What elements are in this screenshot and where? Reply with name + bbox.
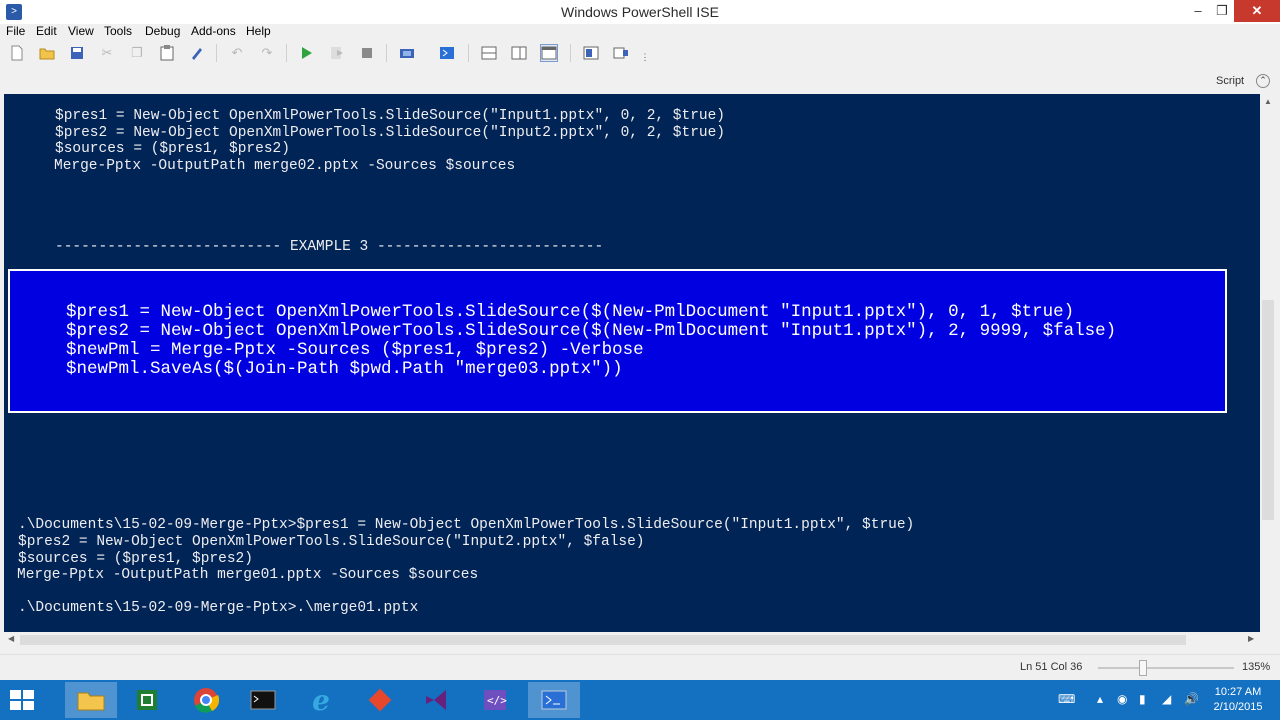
volume-icon[interactable]: 🔊 <box>1184 692 1199 706</box>
window-title: Windows PowerShell ISE <box>561 4 719 20</box>
scroll-right-icon[interactable]: ▶ <box>1248 634 1254 643</box>
zoom-level: 135% <box>1242 661 1271 673</box>
console-line: Merge-Pptx -OutputPath merge02.pptx -Sou… <box>54 157 516 174</box>
chevron-up-icon[interactable]: ⌃ <box>1256 74 1270 88</box>
menu-addons[interactable]: Add-ons <box>191 24 236 38</box>
selected-line: $pres1 = New-Object OpenXmlPowerTools.Sl… <box>66 302 1075 322</box>
svg-text:</>: </> <box>487 694 507 707</box>
prompt-line: $pres2 = New-Object OpenXmlPowerTools.Sl… <box>18 534 645 550</box>
script-pane-label[interactable]: Script <box>1216 75 1244 87</box>
prompt-line: Merge-Pptx -OutputPath merge01.pptx -Sou… <box>17 567 479 583</box>
overflow-chevron-icon[interactable]: ⋮ <box>636 48 654 66</box>
run-icon[interactable] <box>298 44 316 62</box>
console-line: $pres1 = New-Object OpenXmlPowerTools.Sl… <box>55 108 726 124</box>
console-line: $pres2 = New-Object OpenXmlPowerTools.Sl… <box>55 124 726 141</box>
file-explorer-icon[interactable] <box>65 682 117 718</box>
toolbar-separator <box>468 44 469 62</box>
toolbar-separator <box>286 44 287 62</box>
save-icon[interactable] <box>68 44 86 62</box>
zoom-slider-thumb[interactable] <box>1139 660 1147 676</box>
scroll-up-icon[interactable]: ▲ <box>1264 97 1272 106</box>
layout-max-icon[interactable] <box>540 44 558 62</box>
current-prompt: .\Documents\15-02-09-Merge-Pptx>.\merge0… <box>18 600 419 616</box>
toolbar-separator <box>386 44 387 62</box>
layout-right-icon[interactable] <box>510 44 528 62</box>
cut-icon[interactable]: ✂ <box>98 44 116 62</box>
zoom-slider-track[interactable] <box>1098 667 1234 669</box>
commands-icon[interactable] <box>582 44 600 62</box>
copy-icon[interactable]: ❐ <box>128 44 146 62</box>
open-icon[interactable] <box>38 44 56 62</box>
vertical-scrollbar[interactable]: ▲ <box>1260 94 1276 632</box>
selected-line: $newPml.SaveAs($(Join-Path $pwd.Path "me… <box>66 359 623 379</box>
console-line: $sources = ($pres1, $pres2) <box>55 141 290 157</box>
menu-bar: File Edit View Tools Debug Add-ons Help <box>0 24 1280 40</box>
menu-tools[interactable]: Tools <box>104 24 132 38</box>
scroll-thumb[interactable] <box>20 635 1186 645</box>
xml-editor-icon[interactable]: </> <box>469 682 521 718</box>
title-bar: > Windows PowerShell ISE – ❐ ✕ <box>0 0 1280 24</box>
clock-time: 10:27 AM <box>1214 686 1262 698</box>
run-selection-icon[interactable] <box>328 44 346 62</box>
keyboard-icon[interactable]: ⌨ <box>1058 692 1075 706</box>
menu-file[interactable]: File <box>6 24 25 38</box>
toolbar-separator <box>216 44 217 62</box>
git-icon[interactable] <box>354 682 406 718</box>
chrome-icon[interactable] <box>180 682 232 718</box>
menu-edit[interactable]: Edit <box>36 24 57 38</box>
redo-icon[interactable]: ↷ <box>258 44 276 62</box>
undo-icon[interactable]: ↶ <box>228 44 246 62</box>
menu-help[interactable]: Help <box>246 24 271 38</box>
scroll-thumb[interactable] <box>1262 300 1274 520</box>
selected-line: $newPml = Merge-Pptx -Sources ($pres1, $… <box>66 340 644 360</box>
show-hidden-icons-chevron-icon[interactable]: ▴ <box>1097 692 1103 706</box>
selected-text-block[interactable]: $pres1 = New-Object OpenXmlPowerTools.Sl… <box>8 269 1227 413</box>
prompt-line: .\Documents\15-02-09-Merge-Pptx>$pres1 =… <box>18 517 915 533</box>
paste-icon[interactable] <box>158 44 176 62</box>
stop-icon[interactable] <box>358 44 376 62</box>
script-pane-bar: Script ⌃ <box>0 70 1280 94</box>
clock-date: 2/10/2015 <box>1213 701 1263 713</box>
cursor-position: Ln 51 Col 36 <box>1020 661 1083 673</box>
clock[interactable]: 10:27 AM 2/10/2015 <box>1210 685 1266 715</box>
prompt-line: $sources = ($pres1, $pres2) <box>18 550 253 567</box>
toolbar: ✂ ❐ ↶ ↷ ⋮ <box>0 40 1280 66</box>
visual-studio-icon[interactable] <box>411 682 463 718</box>
horizontal-scrollbar[interactable]: ◀ ▶ <box>4 632 1260 648</box>
layout-top-icon[interactable] <box>480 44 498 62</box>
example-header: -------------------------- EXAMPLE 3 ---… <box>55 239 604 255</box>
scroll-left-icon[interactable]: ◀ <box>8 634 14 643</box>
powershell-ise-taskbar-icon[interactable] <box>528 682 580 718</box>
network-sharing-icon[interactable]: ◉ <box>1117 692 1127 706</box>
selected-line: $pres2 = New-Object OpenXmlPowerTools.Sl… <box>66 321 1117 341</box>
clear-icon[interactable] <box>188 44 206 62</box>
status-bar: Ln 51 Col 36 135% <box>0 654 1280 680</box>
wifi-icon[interactable]: ◢ <box>1162 692 1171 706</box>
internet-explorer-icon[interactable]: e <box>295 682 347 718</box>
menu-debug[interactable]: Debug <box>145 24 180 38</box>
console-pane[interactable]: $pres1 = New-Object OpenXmlPowerTools.Sl… <box>4 94 1260 632</box>
remote-icon[interactable] <box>398 44 416 62</box>
menu-view[interactable]: View <box>68 24 94 38</box>
new-icon[interactable] <box>8 44 26 62</box>
toolbar-separator <box>570 44 571 62</box>
addon-icon[interactable] <box>612 44 630 62</box>
close-button[interactable]: ✕ <box>1234 0 1280 22</box>
maximize-button[interactable]: ❐ <box>1207 0 1237 22</box>
excel-icon[interactable] <box>121 682 173 718</box>
taskbar: e </> ⌨ ▴ ◉ ▮ ◢ 🔊 10:27 AM 2/10/2015 <box>0 680 1280 720</box>
command-prompt-icon[interactable] <box>237 682 289 718</box>
windows-start-icon[interactable] <box>10 690 36 712</box>
battery-icon[interactable]: ▮ <box>1139 692 1146 706</box>
powershell-icon[interactable] <box>438 44 456 62</box>
